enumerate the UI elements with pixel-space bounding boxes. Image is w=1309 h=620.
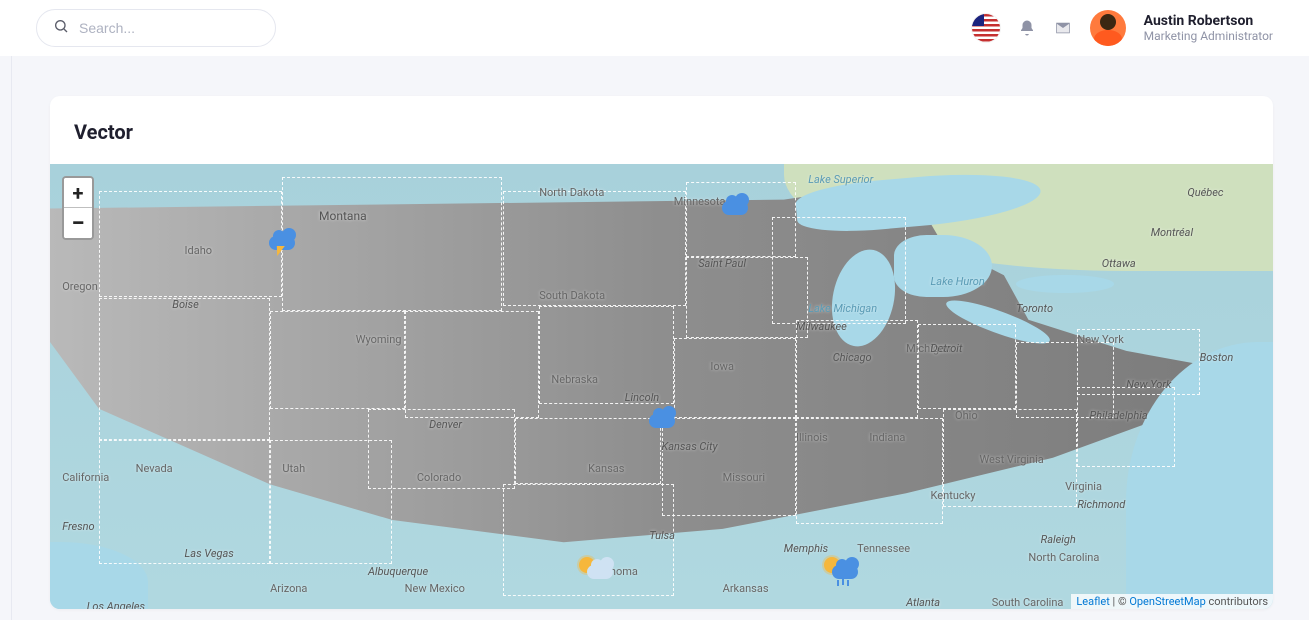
map-card: Vector Montana North Dakota South Dakot (50, 96, 1273, 609)
city-quebec: Québec (1187, 186, 1223, 199)
label-new-mexico: New Mexico (405, 582, 465, 595)
label-lake-huron: Lake Huron (931, 275, 985, 288)
sidebar-divider (11, 55, 12, 620)
search-icon (53, 18, 69, 38)
app-header: Austin Robertson Marketing Administrator (0, 0, 1309, 56)
label-arkansas: Arkansas (723, 582, 769, 595)
leaflet-link[interactable]: Leaflet (1076, 595, 1109, 608)
city-memphis: Memphis (784, 542, 828, 555)
search-input[interactable] (79, 20, 259, 36)
marker-thunderstorm[interactable] (265, 230, 299, 258)
city-richmond: Richmond (1077, 498, 1125, 511)
city-lincoln: Lincoln (625, 391, 659, 404)
marker-cloud-1[interactable] (718, 195, 752, 223)
zoom-control: + − (62, 176, 94, 240)
label-tennessee: Tennessee (857, 542, 910, 555)
flag-us-icon[interactable] (972, 14, 1000, 42)
label-iowa: Iowa (710, 360, 734, 373)
label-arizona: Arizona (270, 582, 307, 595)
city-toronto: Toronto (1016, 302, 1053, 315)
osm-link[interactable]: OpenStreetMap (1129, 595, 1205, 608)
user-role: Marketing Administrator (1144, 29, 1273, 43)
marker-sun-rain[interactable] (828, 559, 862, 587)
city-las-vegas: Las Vegas (185, 547, 234, 560)
city-boston: Boston (1200, 351, 1234, 364)
label-california: California (62, 471, 109, 484)
zoom-out-button[interactable]: − (64, 208, 92, 238)
label-nevada: Nevada (136, 462, 173, 475)
city-boise: Boise (172, 298, 199, 311)
label-newyork: New York (1077, 333, 1124, 346)
marker-partly-cloudy[interactable] (583, 559, 617, 587)
label-colorado: Colorado (417, 471, 461, 484)
label-illinois: Illinois (796, 431, 828, 444)
label-south-dakota: South Dakota (539, 289, 605, 302)
label-west-virginia: West Virginia (979, 453, 1043, 466)
label-kansas: Kansas (588, 462, 624, 475)
card-title: Vector (50, 120, 1273, 144)
user-name: Austin Robertson (1144, 13, 1273, 29)
city-kansas-city: Kansas City (662, 440, 718, 453)
label-nebraska: Nebraska (551, 373, 598, 386)
label-missouri: Missouri (723, 471, 765, 484)
city-raleigh: Raleigh (1041, 533, 1076, 546)
city-tulsa: Tulsa (649, 529, 675, 542)
zoom-in-button[interactable]: + (64, 178, 92, 208)
city-milwaukee: Milwaukee (796, 320, 847, 333)
label-oregon: Oregon (62, 280, 98, 293)
label-north-dakota: North Dakota (539, 186, 604, 199)
state-borders (50, 164, 1273, 609)
label-lake-michigan: Lake Michigan (808, 302, 877, 315)
label-virginia: Virginia (1065, 480, 1102, 493)
user-info: Austin Robertson Marketing Administrator (1144, 13, 1273, 43)
map-canvas[interactable]: Montana North Dakota South Dakota Minnes… (50, 164, 1273, 609)
notifications-icon[interactable] (1018, 19, 1036, 37)
label-indiana: Indiana (869, 431, 905, 444)
label-wyoming: Wyoming (356, 333, 402, 346)
city-montreal: Montréal (1151, 226, 1193, 239)
marker-cloud-2[interactable] (645, 408, 679, 436)
messages-icon[interactable] (1054, 19, 1072, 37)
city-atlanta: Atlanta (906, 596, 940, 609)
map-attribution: Leaflet | © OpenStreetMap contributors (1071, 594, 1273, 609)
city-albuquerque: Albuquerque (368, 565, 428, 578)
city-saint-paul: Saint Paul (698, 257, 746, 270)
city-new-york: New York (1126, 378, 1171, 391)
city-philadelphia: Philadelphia (1090, 409, 1148, 422)
label-ohio: Ohio (955, 409, 978, 422)
city-fresno: Fresno (62, 520, 94, 533)
city-ottawa: Ottawa (1102, 257, 1136, 270)
label-idaho: Idaho (185, 244, 213, 257)
city-detroit: Detroit (931, 342, 963, 355)
label-north-carolina: North Carolina (1028, 551, 1099, 564)
city-los-angeles: Los Angeles (87, 600, 145, 609)
label-kentucky: Kentucky (931, 489, 976, 502)
label-lake-superior: Lake Superior (808, 173, 873, 186)
label-utah: Utah (282, 462, 305, 475)
city-denver: Denver (429, 418, 462, 431)
search-box[interactable] (36, 9, 276, 47)
label-montana: Montana (319, 209, 367, 223)
label-south-carolina: South Carolina (992, 596, 1064, 609)
city-chicago: Chicago (833, 351, 872, 364)
avatar[interactable] (1090, 10, 1126, 46)
